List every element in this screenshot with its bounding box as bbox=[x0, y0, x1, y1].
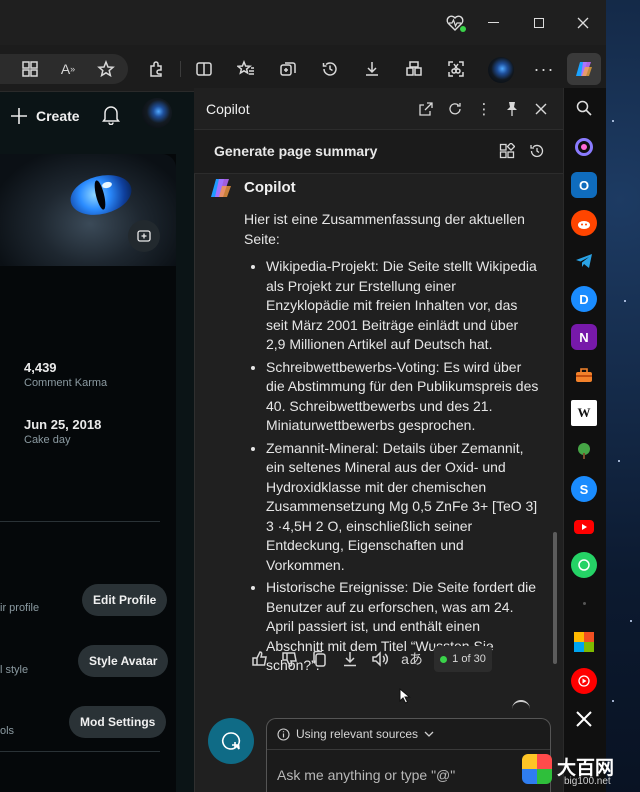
profile-setting-label: ir profile bbox=[0, 602, 40, 614]
speaker-icon[interactable] bbox=[366, 645, 394, 673]
copilot-app-icon[interactable] bbox=[571, 134, 597, 160]
new-chat-button[interactable] bbox=[208, 718, 254, 764]
cakeday-label: Cake day bbox=[24, 434, 71, 446]
copilot-header: Copilot ⋮ bbox=[194, 88, 563, 130]
bell-icon[interactable] bbox=[98, 102, 124, 128]
chat-input-placeholder[interactable]: Ask me anything or type "@" bbox=[277, 767, 455, 783]
more-icon[interactable]: ··· bbox=[528, 53, 560, 85]
minimize-icon[interactable] bbox=[470, 0, 516, 45]
summary-list: Wikipedia-Projekt: Die Seite stellt Wiki… bbox=[244, 257, 540, 676]
more-options-icon[interactable]: ⋮ bbox=[470, 95, 498, 123]
divider bbox=[0, 521, 160, 522]
close-panel-icon[interactable] bbox=[527, 95, 555, 123]
copilot-title: Copilot bbox=[206, 101, 250, 117]
copilot-logo-icon bbox=[209, 177, 233, 199]
cakeday-stat: Jun 25, 2018 Cake day bbox=[24, 417, 101, 446]
apps-icon[interactable] bbox=[14, 53, 46, 85]
create-label: Create bbox=[36, 108, 80, 124]
onenote-icon[interactable]: N bbox=[571, 324, 597, 350]
telegram-icon[interactable] bbox=[571, 248, 597, 274]
new-chat-icon bbox=[222, 732, 241, 750]
input-divider bbox=[267, 749, 550, 750]
sources-dropdown[interactable]: Using relevant sources bbox=[277, 727, 434, 741]
split-screen-icon[interactable] bbox=[188, 53, 220, 85]
mod-settings-button[interactable]: Mod Settings bbox=[69, 706, 167, 738]
screenshot-icon[interactable] bbox=[440, 53, 472, 85]
extensions-icon[interactable] bbox=[140, 53, 172, 85]
message-sender: Copilot bbox=[244, 179, 296, 196]
chat-scrollbar[interactable] bbox=[553, 532, 557, 664]
x-icon[interactable] bbox=[571, 706, 597, 732]
read-aloud-icon[interactable]: A» bbox=[52, 53, 84, 85]
summary-item: Zemannit-Mineral: Details über Zemannit,… bbox=[266, 439, 540, 576]
summary-intro: Hier ist eine Zusammenfassung der aktuel… bbox=[244, 211, 525, 247]
tree-icon[interactable] bbox=[571, 438, 597, 464]
collections-icon[interactable] bbox=[272, 53, 304, 85]
refresh-icon[interactable] bbox=[441, 95, 469, 123]
tools-icon[interactable] bbox=[571, 362, 597, 388]
summary-item: Wikipedia-Projekt: Die Seite stellt Wiki… bbox=[266, 257, 540, 355]
workspaces-icon[interactable] bbox=[398, 53, 430, 85]
cakeday-value: Jun 25, 2018 bbox=[24, 417, 102, 432]
dot-icon[interactable] bbox=[571, 590, 597, 616]
youtube-music-icon[interactable] bbox=[571, 668, 597, 694]
summary-bar: Generate page summary bbox=[194, 130, 563, 174]
profile-avatar[interactable] bbox=[488, 57, 514, 83]
sources-label: Using relevant sources bbox=[296, 727, 419, 741]
style-avatar-button[interactable]: Style Avatar bbox=[78, 645, 169, 677]
style-setting-label: l style bbox=[0, 664, 29, 676]
skype-icon[interactable]: S bbox=[571, 476, 597, 502]
maximize-icon[interactable] bbox=[516, 0, 562, 45]
toolbar-divider bbox=[180, 61, 181, 77]
mod-setting-label: ols bbox=[0, 725, 15, 737]
open-in-tab-icon[interactable] bbox=[412, 95, 440, 123]
plus-icon bbox=[11, 108, 27, 124]
like-icon[interactable] bbox=[246, 645, 274, 673]
chat-input-box[interactable]: Using relevant sources Ask me anything o… bbox=[266, 718, 551, 792]
disney-icon[interactable]: D bbox=[571, 286, 597, 312]
karma-value: 4,439 bbox=[24, 360, 57, 375]
add-banner-button[interactable] bbox=[128, 220, 160, 252]
download-icon[interactable] bbox=[336, 645, 364, 673]
info-icon bbox=[277, 727, 290, 741]
downloads-icon[interactable] bbox=[356, 53, 388, 85]
copilot-icon[interactable] bbox=[567, 53, 601, 85]
dislike-icon[interactable] bbox=[276, 645, 304, 673]
add-image-icon bbox=[137, 230, 151, 242]
favorites-icon[interactable] bbox=[230, 53, 262, 85]
karma-label: Comment Karma bbox=[24, 377, 108, 389]
chevron-down-icon bbox=[424, 731, 434, 737]
divider bbox=[0, 751, 160, 752]
summary-message: Hier ist eine Zusammenfassung der aktuel… bbox=[244, 210, 540, 679]
close-icon[interactable] bbox=[560, 0, 606, 45]
user-avatar[interactable] bbox=[142, 98, 172, 128]
create-button[interactable]: Create bbox=[10, 104, 80, 128]
wikipedia-icon[interactable]: W bbox=[571, 400, 597, 426]
plugins-icon[interactable] bbox=[493, 137, 521, 165]
copy-icon[interactable] bbox=[306, 645, 334, 673]
favorite-star-icon[interactable] bbox=[90, 53, 122, 85]
reddit-header: Create bbox=[0, 92, 194, 140]
pin-icon[interactable] bbox=[498, 95, 526, 123]
karma-stat: 4,439 Comment Karma bbox=[24, 360, 107, 389]
translate-icon[interactable]: aあ bbox=[398, 645, 426, 673]
search-icon[interactable] bbox=[571, 95, 597, 121]
watermark-logo bbox=[522, 754, 552, 784]
edit-profile-button[interactable]: Edit Profile bbox=[82, 584, 168, 616]
generate-summary-label[interactable]: Generate page summary bbox=[214, 143, 377, 159]
mouse-cursor-icon bbox=[399, 687, 411, 709]
counter-text: 1 of 30 bbox=[452, 653, 486, 665]
history-icon[interactable] bbox=[314, 53, 346, 85]
summary-item: Schreibwettbewerbs-Voting: Es wird über … bbox=[266, 358, 540, 436]
office-icon[interactable] bbox=[574, 632, 594, 652]
response-counter: 1 of 30 bbox=[434, 646, 492, 672]
outlook-icon[interactable]: O bbox=[571, 172, 597, 198]
status-dot bbox=[440, 655, 448, 663]
watermark-url: big100.net bbox=[564, 776, 611, 787]
chat-history-icon[interactable] bbox=[523, 137, 551, 165]
reddit-icon[interactable] bbox=[571, 210, 597, 236]
youtube-icon[interactable] bbox=[571, 514, 597, 540]
whatsapp-icon[interactable] bbox=[571, 552, 597, 578]
